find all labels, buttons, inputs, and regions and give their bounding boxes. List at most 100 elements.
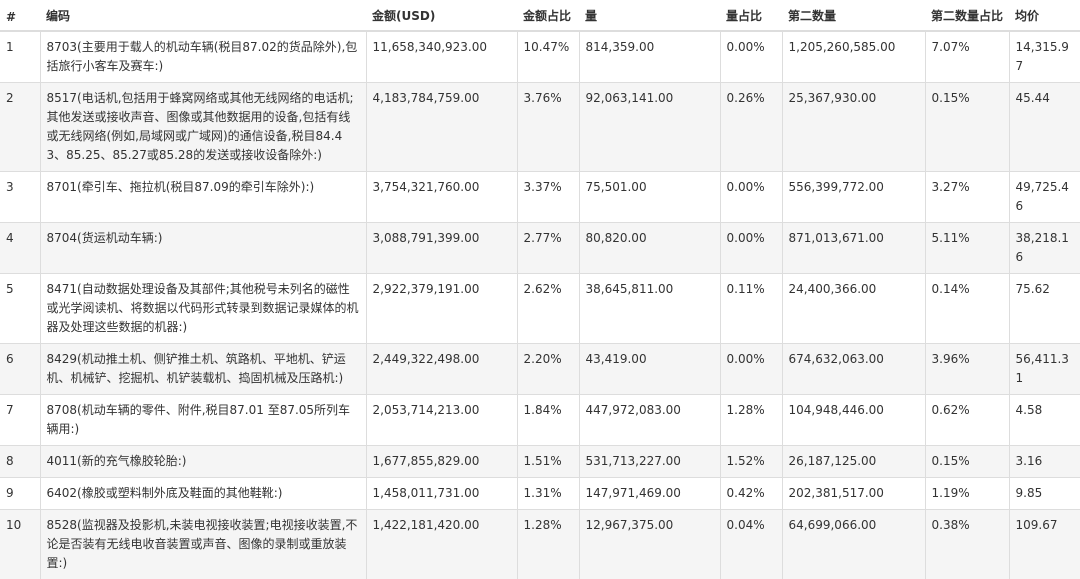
cell-code: 6402(橡胶或塑料制外底及鞋面的其他鞋靴:) bbox=[40, 478, 366, 510]
table-row: 108528(监视器及投影机,未装电视接收装置;电视接收装置,不论是否装有无线电… bbox=[0, 510, 1080, 579]
cell-quantity: 43,419.00 bbox=[579, 344, 720, 395]
header-average-price[interactable]: 均价 bbox=[1009, 0, 1080, 31]
table-row: 28517(电话机,包括用于蜂窝网络或其他无线网络的电话机;其他发送或接收声音、… bbox=[0, 83, 1080, 172]
cell-code: 8703(主要用于载人的机动车辆(税目87.02的货品除外),包括旅行小客车及赛… bbox=[40, 31, 366, 83]
cell-second-quantity-share: 0.15% bbox=[925, 446, 1009, 478]
cell-index: 1 bbox=[0, 31, 40, 83]
cell-second-quantity: 104,948,446.00 bbox=[782, 395, 925, 446]
cell-second-quantity-share: 0.62% bbox=[925, 395, 1009, 446]
table-row: 84011(新的充气橡胶轮胎:)1,677,855,829.001.51%531… bbox=[0, 446, 1080, 478]
cell-amount-share: 2.20% bbox=[517, 344, 579, 395]
cell-average-price: 75.62 bbox=[1009, 274, 1080, 344]
cell-second-quantity-share: 0.15% bbox=[925, 83, 1009, 172]
header-second-quantity[interactable]: 第二数量 bbox=[782, 0, 925, 31]
cell-amount: 1,458,011,731.00 bbox=[366, 478, 517, 510]
cell-quantity-share: 1.52% bbox=[720, 446, 782, 478]
cell-amount-share: 3.37% bbox=[517, 172, 579, 223]
cell-code: 8704(货运机动车辆:) bbox=[40, 223, 366, 274]
cell-second-quantity-share: 3.96% bbox=[925, 344, 1009, 395]
cell-second-quantity-share: 7.07% bbox=[925, 31, 1009, 83]
header-second-quantity-share[interactable]: 第二数量占比 bbox=[925, 0, 1009, 31]
table-row: 18703(主要用于载人的机动车辆(税目87.02的货品除外),包括旅行小客车及… bbox=[0, 31, 1080, 83]
cell-average-price: 9.85 bbox=[1009, 478, 1080, 510]
cell-amount-share: 1.51% bbox=[517, 446, 579, 478]
header-code[interactable]: 编码 bbox=[40, 0, 366, 31]
cell-index: 8 bbox=[0, 446, 40, 478]
cell-amount-share: 1.84% bbox=[517, 395, 579, 446]
cell-second-quantity: 871,013,671.00 bbox=[782, 223, 925, 274]
cell-second-quantity-share: 0.14% bbox=[925, 274, 1009, 344]
cell-code: 4011(新的充气橡胶轮胎:) bbox=[40, 446, 366, 478]
table-row: 78708(机动车辆的零件、附件,税目87.01 至87.05所列车辆用:)2,… bbox=[0, 395, 1080, 446]
cell-index: 9 bbox=[0, 478, 40, 510]
cell-second-quantity: 64,699,066.00 bbox=[782, 510, 925, 579]
cell-amount: 1,422,181,420.00 bbox=[366, 510, 517, 579]
table-row: 96402(橡胶或塑料制外底及鞋面的其他鞋靴:)1,458,011,731.00… bbox=[0, 478, 1080, 510]
cell-amount-share: 10.47% bbox=[517, 31, 579, 83]
cell-amount: 2,922,379,191.00 bbox=[366, 274, 517, 344]
cell-second-quantity: 26,187,125.00 bbox=[782, 446, 925, 478]
header-index[interactable]: # bbox=[0, 0, 40, 31]
cell-amount-share: 3.76% bbox=[517, 83, 579, 172]
cell-average-price: 3.16 bbox=[1009, 446, 1080, 478]
cell-average-price: 4.58 bbox=[1009, 395, 1080, 446]
data-table: # 编码 金额(USD) 金额占比 量 量占比 第二数量 第二数量占比 均价 1… bbox=[0, 0, 1080, 579]
cell-code: 8517(电话机,包括用于蜂窝网络或其他无线网络的电话机;其他发送或接收声音、图… bbox=[40, 83, 366, 172]
table-row: 38701(牵引车、拖拉机(税目87.09的牵引车除外):)3,754,321,… bbox=[0, 172, 1080, 223]
cell-quantity-share: 0.11% bbox=[720, 274, 782, 344]
header-quantity-share[interactable]: 量占比 bbox=[720, 0, 782, 31]
cell-average-price: 38,218.16 bbox=[1009, 223, 1080, 274]
cell-quantity-share: 1.28% bbox=[720, 395, 782, 446]
table-row: 68429(机动推土机、侧铲推土机、筑路机、平地机、铲运机、机械铲、挖掘机、机铲… bbox=[0, 344, 1080, 395]
cell-quantity-share: 0.00% bbox=[720, 344, 782, 395]
cell-index: 5 bbox=[0, 274, 40, 344]
cell-index: 4 bbox=[0, 223, 40, 274]
table-row: 58471(自动数据处理设备及其部件;其他税号未列名的磁性或光学阅读机、将数据以… bbox=[0, 274, 1080, 344]
cell-index: 2 bbox=[0, 83, 40, 172]
cell-amount-share: 1.28% bbox=[517, 510, 579, 579]
header-quantity[interactable]: 量 bbox=[579, 0, 720, 31]
cell-quantity: 92,063,141.00 bbox=[579, 83, 720, 172]
cell-quantity-share: 0.04% bbox=[720, 510, 782, 579]
cell-second-quantity-share: 0.38% bbox=[925, 510, 1009, 579]
cell-quantity-share: 0.00% bbox=[720, 172, 782, 223]
cell-quantity: 147,971,469.00 bbox=[579, 478, 720, 510]
cell-amount: 2,449,322,498.00 bbox=[366, 344, 517, 395]
cell-quantity: 75,501.00 bbox=[579, 172, 720, 223]
cell-amount: 2,053,714,213.00 bbox=[366, 395, 517, 446]
cell-quantity-share: 0.26% bbox=[720, 83, 782, 172]
cell-average-price: 45.44 bbox=[1009, 83, 1080, 172]
cell-index: 6 bbox=[0, 344, 40, 395]
cell-quantity: 38,645,811.00 bbox=[579, 274, 720, 344]
cell-average-price: 49,725.46 bbox=[1009, 172, 1080, 223]
table-header: # 编码 金额(USD) 金额占比 量 量占比 第二数量 第二数量占比 均价 bbox=[0, 0, 1080, 31]
cell-second-quantity: 1,205,260,585.00 bbox=[782, 31, 925, 83]
cell-amount: 3,754,321,760.00 bbox=[366, 172, 517, 223]
cell-amount: 3,088,791,399.00 bbox=[366, 223, 517, 274]
cell-index: 3 bbox=[0, 172, 40, 223]
cell-amount: 4,183,784,759.00 bbox=[366, 83, 517, 172]
cell-amount-share: 2.77% bbox=[517, 223, 579, 274]
cell-amount: 1,677,855,829.00 bbox=[366, 446, 517, 478]
header-amount[interactable]: 金额(USD) bbox=[366, 0, 517, 31]
cell-code: 8471(自动数据处理设备及其部件;其他税号未列名的磁性或光学阅读机、将数据以代… bbox=[40, 274, 366, 344]
cell-average-price: 109.67 bbox=[1009, 510, 1080, 579]
cell-second-quantity-share: 3.27% bbox=[925, 172, 1009, 223]
cell-quantity: 80,820.00 bbox=[579, 223, 720, 274]
header-amount-share[interactable]: 金额占比 bbox=[517, 0, 579, 31]
cell-code: 8528(监视器及投影机,未装电视接收装置;电视接收装置,不论是否装有无线电收音… bbox=[40, 510, 366, 579]
cell-average-price: 14,315.97 bbox=[1009, 31, 1080, 83]
cell-quantity: 12,967,375.00 bbox=[579, 510, 720, 579]
cell-second-quantity-share: 5.11% bbox=[925, 223, 1009, 274]
cell-amount-share: 2.62% bbox=[517, 274, 579, 344]
header-row: # 编码 金额(USD) 金额占比 量 量占比 第二数量 第二数量占比 均价 bbox=[0, 0, 1080, 31]
cell-second-quantity: 556,399,772.00 bbox=[782, 172, 925, 223]
cell-amount-share: 1.31% bbox=[517, 478, 579, 510]
table-row: 48704(货运机动车辆:)3,088,791,399.002.77%80,82… bbox=[0, 223, 1080, 274]
cell-quantity-share: 0.00% bbox=[720, 223, 782, 274]
cell-average-price: 56,411.31 bbox=[1009, 344, 1080, 395]
cell-amount: 11,658,340,923.00 bbox=[366, 31, 517, 83]
cell-index: 10 bbox=[0, 510, 40, 579]
table-body: 18703(主要用于载人的机动车辆(税目87.02的货品除外),包括旅行小客车及… bbox=[0, 31, 1080, 579]
cell-code: 8708(机动车辆的零件、附件,税目87.01 至87.05所列车辆用:) bbox=[40, 395, 366, 446]
